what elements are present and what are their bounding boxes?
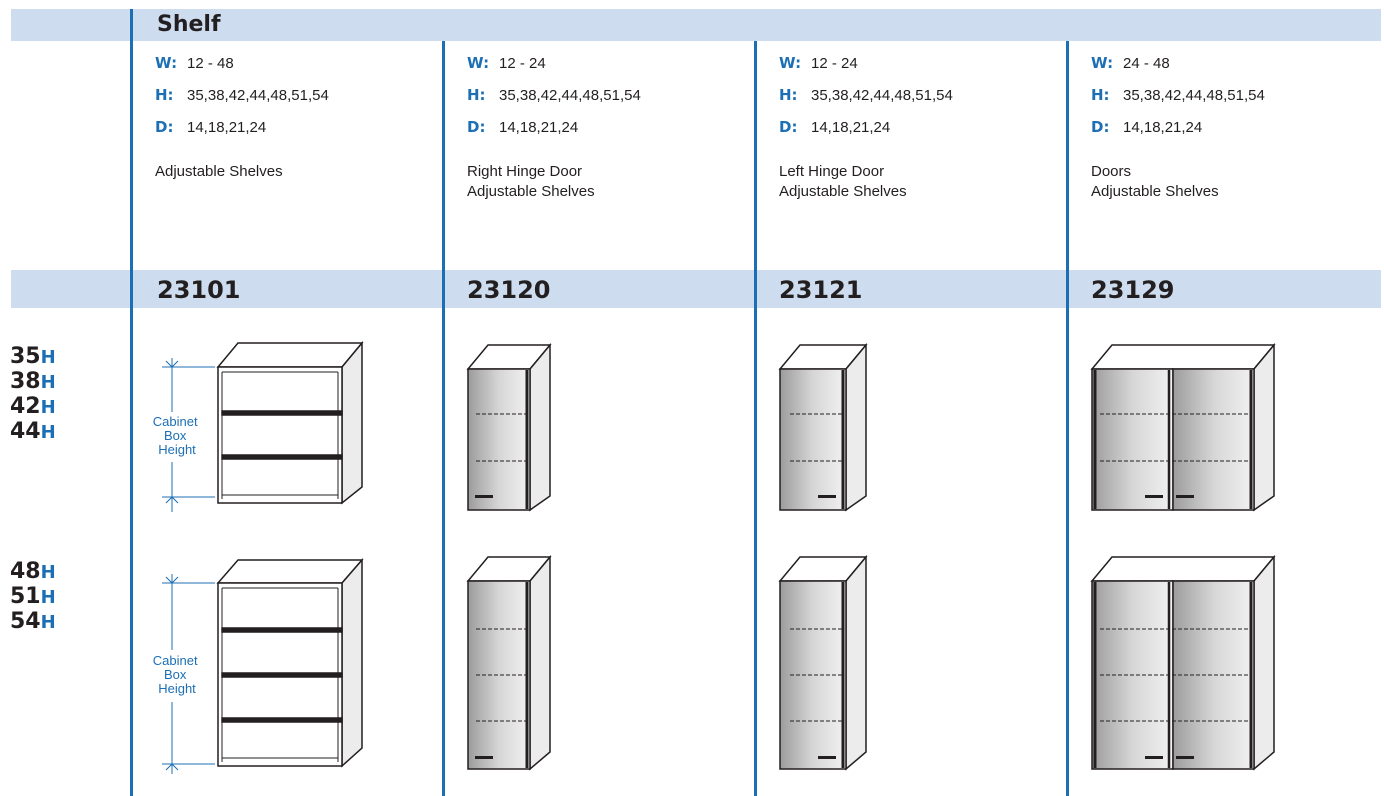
- dimension-label: Cabinet Box Height: [153, 414, 201, 457]
- open-shelf-cabinet-short: [216, 340, 364, 505]
- right-hinge-cabinet-short: [466, 342, 552, 512]
- left-hinge-cabinet-tall: [778, 554, 868, 771]
- cabinet-drawings: Cabinet Box Height Cabinet Box Height: [153, 340, 1276, 774]
- double-door-cabinet-tall: [1090, 554, 1276, 771]
- double-door-cabinet-short: [1090, 342, 1276, 512]
- right-hinge-cabinet-tall: [466, 554, 552, 771]
- dimension-label: Cabinet Box Height: [153, 653, 201, 696]
- open-shelf-cabinet-tall: [216, 557, 364, 768]
- left-hinge-cabinet-short: [778, 342, 868, 512]
